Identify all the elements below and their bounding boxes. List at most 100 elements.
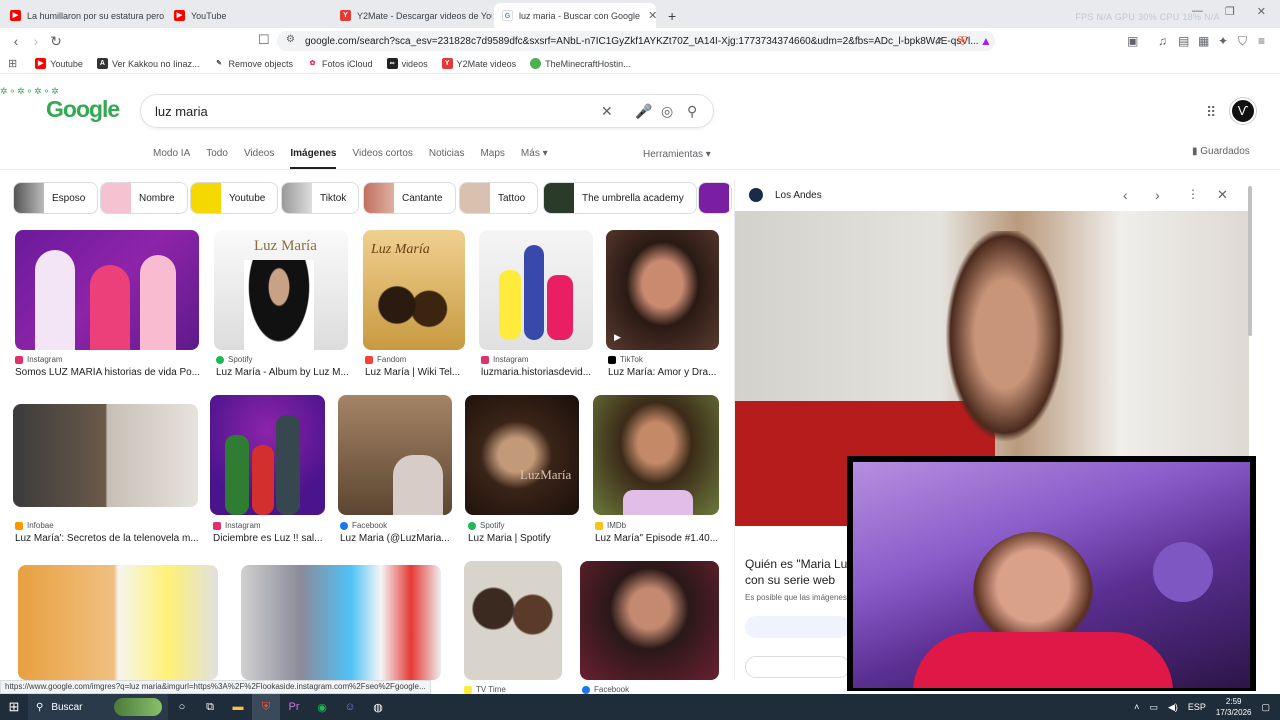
site-info-icon[interactable]: ⚙ <box>286 34 295 45</box>
windows-start-icon[interactable]: ⊞ <box>0 699 28 715</box>
back-icon[interactable]: ‹ <box>6 33 26 49</box>
obs-icon[interactable]: ◍ <box>364 694 392 720</box>
result-image[interactable] <box>210 395 325 515</box>
result-image[interactable] <box>479 230 593 350</box>
leo-icon[interactable]: ✦ <box>1218 34 1228 48</box>
rewards-icon[interactable]: ▲ <box>980 34 992 48</box>
tab-y2mate[interactable]: Y Y2Mate - Descargar videos de YouTu <box>332 3 492 28</box>
minimize-icon[interactable]: — <box>1192 5 1203 18</box>
notifications-icon[interactable]: ▢ <box>1261 702 1270 713</box>
result-image[interactable]: Luz María <box>363 230 465 350</box>
microphone-icon[interactable]: 🎤 <box>635 103 652 120</box>
restore-icon[interactable]: ❐ <box>1225 5 1235 18</box>
chip-tiktok[interactable]: Tiktok <box>281 182 360 214</box>
tab-maps[interactable]: Maps <box>480 148 504 170</box>
tools-button[interactable]: Herramientas ▾ <box>643 149 711 160</box>
result-image[interactable] <box>241 565 441 680</box>
result-image[interactable] <box>13 404 198 507</box>
play-icon: ▶ <box>614 332 621 342</box>
bookmark-minecraft[interactable]: TheMinecraftHostin... <box>530 58 631 69</box>
forward-icon[interactable]: › <box>26 33 46 49</box>
result-image[interactable]: LuzMaría <box>465 395 579 515</box>
result-image[interactable] <box>593 395 719 515</box>
chip-more[interactable] <box>698 182 732 214</box>
tab-imagenes[interactable]: Imágenes <box>290 148 337 170</box>
network-icon[interactable]: ▭ <box>1149 702 1158 713</box>
apps-grid-icon[interactable]: ⊞ <box>8 57 17 70</box>
brave-icon[interactable]: ⛨ <box>252 694 280 720</box>
youtube-icon: ▶ <box>35 58 47 69</box>
share-button[interactable] <box>745 656 850 678</box>
bookmark-kakkou[interactable]: A Ver Kakkou no Iinaz... <box>96 58 200 69</box>
tab-videos[interactable]: Videos <box>244 148 274 170</box>
volume-icon[interactable]: ◀) <box>1168 702 1178 713</box>
bookmark-youtube[interactable]: ▶ Youtube <box>35 58 83 69</box>
tab-youtube-video[interactable]: ▶ La humillaron por su estatura pero n <box>2 3 164 28</box>
discord-icon[interactable]: ☺ <box>336 694 364 720</box>
search-icon[interactable]: ⚲ <box>687 103 697 120</box>
sidebar-icon[interactable]: ▣ <box>1127 34 1138 48</box>
saved-button[interactable]: ▮ Guardados <box>1192 146 1250 157</box>
chip-umbrella-academy[interactable]: The umbrella academy <box>543 182 697 214</box>
bookmark-remove-objects[interactable]: ✎ Remove objects <box>213 58 293 69</box>
google-apps-icon[interactable]: ⠿ <box>1206 104 1216 121</box>
bookmark-icloud[interactable]: ✿ Fotos iCloud <box>307 58 373 69</box>
visit-button[interactable] <box>745 616 850 638</box>
tab-google-search[interactable]: G luz maria - Buscar con Google ✕ <box>494 3 656 28</box>
chip-youtube[interactable]: Youtube <box>190 182 279 214</box>
result-image[interactable] <box>580 561 719 680</box>
task-view-icon[interactable]: ⧉ <box>196 694 224 720</box>
file-explorer-icon[interactable]: ▬ <box>224 694 252 720</box>
clock[interactable]: 2:59 17/3/2026 <box>1216 696 1252 718</box>
chip-nombre[interactable]: Nombre <box>100 182 188 214</box>
language[interactable]: ESP <box>1188 702 1206 712</box>
close-window-icon[interactable]: ✕ <box>1257 5 1266 18</box>
share-icon[interactable]: ↗ <box>934 34 944 48</box>
close-tab-icon[interactable]: ✕ <box>640 9 656 22</box>
scrollbar[interactable] <box>1248 186 1252 336</box>
chip-tattoo[interactable]: Tattoo <box>459 182 539 214</box>
result-image[interactable] <box>338 395 452 515</box>
tab-videos-cortos[interactable]: Videos cortos <box>352 148 412 170</box>
reader-icon[interactable]: ▤ <box>1178 34 1189 48</box>
close-panel-icon[interactable]: ✕ <box>1217 187 1228 203</box>
next-icon[interactable]: › <box>1155 187 1160 203</box>
vpn-icon[interactable]: ⛉ <box>1238 34 1247 49</box>
tab-todo[interactable]: Todo <box>206 148 228 170</box>
tray-chevron-icon[interactable]: ˄ <box>1134 702 1139 712</box>
chip-esposo[interactable]: Esposo <box>13 182 99 214</box>
panel-title[interactable]: Quién es "Maria Lu con su serie web <box>745 556 855 588</box>
bookmark-videos[interactable]: ∞ videos <box>386 58 428 69</box>
taskbar-search[interactable]: ⚲ Buscar <box>28 694 168 720</box>
google-logo[interactable]: Google <box>46 96 120 123</box>
avatar[interactable]: Ѵ <box>1230 98 1256 124</box>
cortana-icon[interactable]: ○ <box>168 694 196 720</box>
brave-shield-icon[interactable]: ⛨ <box>958 34 967 49</box>
panel-source[interactable]: Los Andes <box>775 190 822 201</box>
result-image[interactable]: ▶ <box>606 230 719 350</box>
result-image[interactable] <box>18 565 218 680</box>
more-options-icon[interactable]: ⋮ <box>1187 187 1199 201</box>
lens-icon[interactable]: ◎ <box>661 103 673 120</box>
reload-icon[interactable]: ↻ <box>46 33 66 50</box>
bookmark-icon[interactable]: ☐ <box>258 32 270 48</box>
spotify-icon[interactable]: ◉ <box>308 694 336 720</box>
result-image[interactable] <box>464 561 562 680</box>
search-box[interactable]: luz maria ✕ 🎤 ◎ ⚲ <box>140 94 714 128</box>
prev-icon[interactable]: ‹ <box>1123 187 1128 203</box>
tab-noticias[interactable]: Noticias <box>429 148 465 170</box>
tab-youtube[interactable]: ▶ YouTube <box>166 3 330 28</box>
tab-modo-ia[interactable]: Modo IA <box>153 148 190 170</box>
tab-mas[interactable]: Más ▾ <box>521 148 548 170</box>
new-tab-button[interactable]: + <box>660 3 680 28</box>
music-icon[interactable]: ♫ <box>1158 34 1167 48</box>
clear-icon[interactable]: ✕ <box>601 103 613 120</box>
address-bar[interactable]: ⚙ google.com/search?sca_esv=231828c7d958… <box>277 31 995 51</box>
wallet-icon[interactable]: ▦ <box>1198 34 1209 48</box>
premiere-icon[interactable]: Pr <box>280 694 308 720</box>
bookmark-y2mate[interactable]: Y Y2Mate videos <box>441 58 516 69</box>
result-image[interactable] <box>15 230 199 350</box>
result-image[interactable]: Luz María <box>214 230 348 350</box>
chip-cantante[interactable]: Cantante <box>363 182 456 214</box>
menu-icon[interactable]: ≡ <box>1258 34 1265 48</box>
